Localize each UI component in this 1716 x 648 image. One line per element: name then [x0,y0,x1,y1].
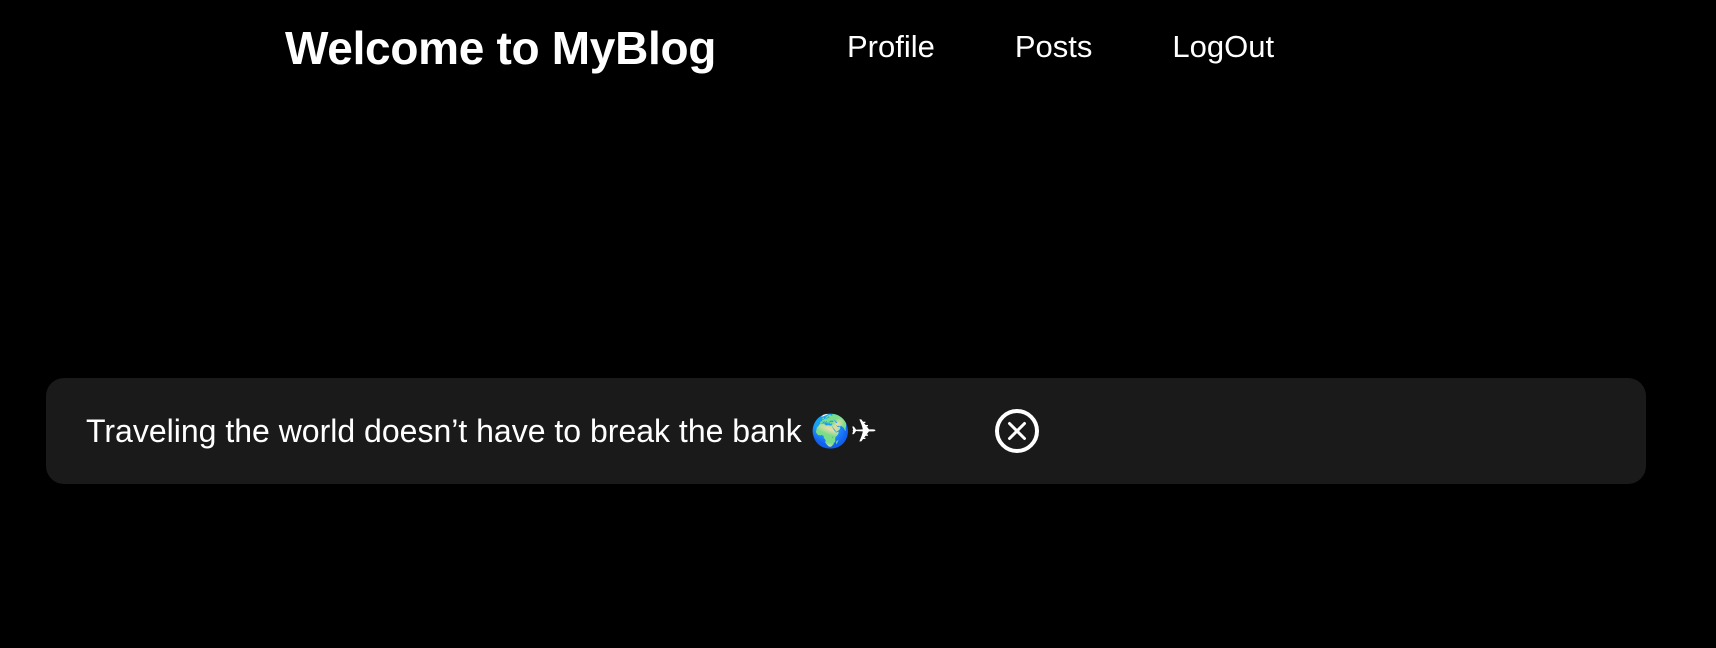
post-emoji: 🌍✈ [810,412,878,450]
main-nav: Profile Posts LogOut [847,26,1274,68]
nav-link-profile[interactable]: Profile [847,26,935,68]
page: Welcome to MyBlog Profile Posts LogOut T… [0,0,1716,648]
site-title: Welcome to MyBlog [285,22,717,74]
post-card: Traveling the world doesn’t have to brea… [46,378,1646,484]
close-circle-icon [995,409,1039,453]
site-header: Welcome to MyBlog Profile Posts LogOut [0,0,1716,96]
post-text-line: Traveling the world doesn’t have to brea… [86,410,877,452]
delete-post-button[interactable] [994,408,1040,454]
nav-link-logout[interactable]: LogOut [1172,26,1274,68]
nav-link-posts[interactable]: Posts [1015,26,1093,68]
post-text: Traveling the world doesn’t have to brea… [86,413,802,449]
